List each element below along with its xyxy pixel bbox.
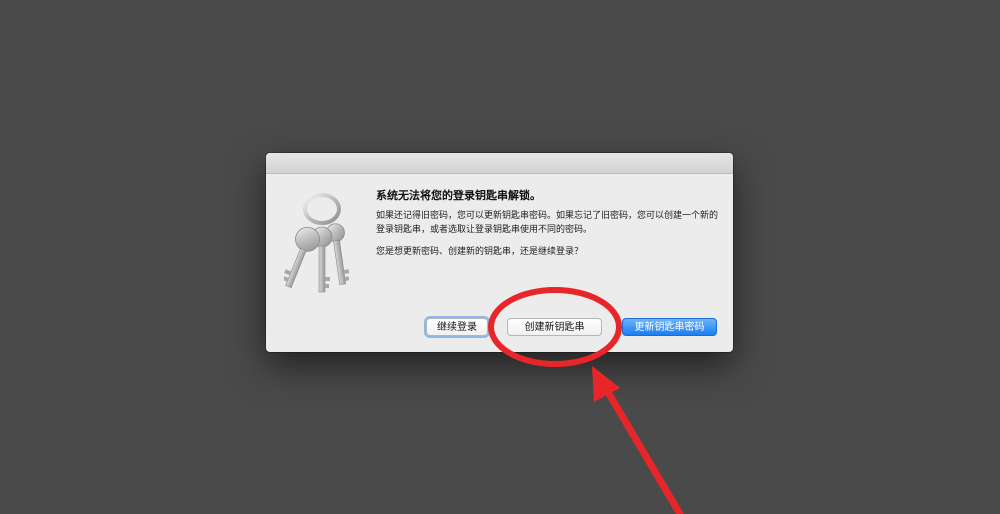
dialog-content: 系统无法将您的登录钥匙串解锁。 如果还记得旧密码，您可以更新钥匙串密码。如果忘记…: [376, 189, 721, 259]
dialog-question: 您是想更新密码、创建新的钥匙串，还是继续登录？: [376, 247, 584, 257]
dialog-heading: 系统无法将您的登录钥匙串解锁。: [376, 189, 541, 202]
continue-login-button[interactable]: 继续登录: [426, 318, 488, 336]
keychain-keys-icon: [284, 193, 350, 293]
create-new-keychain-button[interactable]: 创建新钥匙串: [507, 318, 602, 336]
keychain-unlock-dialog: 系统无法将您的登录钥匙串解锁。 如果还记得旧密码，您可以更新钥匙串密码。如果忘记…: [266, 153, 733, 352]
annotation-arrow-head: [592, 366, 620, 402]
dialog-message: 如果还记得旧密码，您可以更新钥匙串密码。如果忘记了旧密码，您可以创建一个新的登录…: [376, 211, 719, 235]
update-keychain-password-button[interactable]: 更新钥匙串密码: [622, 318, 717, 336]
dialog-titlebar[interactable]: [266, 153, 733, 174]
annotation-arrow-shaft: [598, 378, 684, 514]
